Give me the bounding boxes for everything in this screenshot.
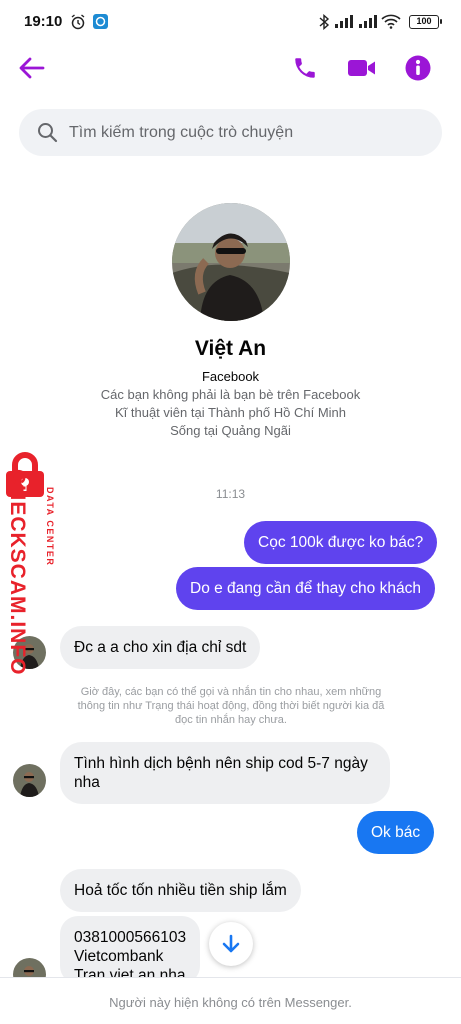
profile-info-line: Các bạn không phải là bạn bè trên Facebo… <box>100 387 361 402</box>
watermark-title: CHECKSCAM.INFO <box>6 469 29 676</box>
alarm-icon <box>71 14 85 30</box>
battery-icon: 100 <box>409 15 442 29</box>
contact-avatar[interactable] <box>13 764 46 797</box>
video-camera-icon <box>348 60 375 76</box>
info-button[interactable] <box>402 52 434 84</box>
search-bar <box>19 109 442 156</box>
phone-icon <box>295 58 315 78</box>
profile-info-line: Kĩ thuật viên tại Thành phố Hồ Chí Minh <box>114 405 346 420</box>
search-input[interactable] <box>69 109 429 156</box>
message-outgoing[interactable]: Ok bác <box>357 811 435 854</box>
message-incoming[interactable]: Hoả tốc tốn nhiều tiền ship lắm <box>60 869 301 912</box>
message-timestamp: 11:13 <box>215 487 246 501</box>
message-incoming[interactable]: 0381000566103 Vietcombank Tran viet an n… <box>60 916 201 984</box>
profile-info-line: Sống tại Quảng Ngãi <box>170 423 291 438</box>
unavailable-notice: Người này hiện không có trên Messenger. <box>109 995 352 1010</box>
conversation-header <box>0 44 461 92</box>
search-icon <box>38 123 58 143</box>
status-bar: 19:10 100 <box>0 0 461 44</box>
arrow-down-icon <box>222 934 240 953</box>
messenger-notice: Giờ đây, các bạn có thể gọi và nhắn tin … <box>77 686 385 726</box>
signal-icon <box>335 15 353 28</box>
watermark-subtitle: DATA CENTER <box>45 487 55 567</box>
message-outgoing[interactable]: Cọc 100k được ko bác? <box>244 521 438 564</box>
message-outgoing[interactable]: Do e đang cần để thay cho khách <box>176 567 435 610</box>
watermark: CHECKSCAM.INFO DATA CENTER <box>0 452 60 682</box>
profile-source: Facebook <box>201 369 260 384</box>
profile-photo <box>172 203 290 321</box>
video-call-button[interactable] <box>346 52 378 84</box>
call-button[interactable] <box>289 52 321 84</box>
message-incoming[interactable]: Đc a a cho xin địa chỉ sdt <box>60 626 261 669</box>
back-button[interactable] <box>16 52 48 84</box>
message-line: Vietcombank <box>74 948 164 965</box>
message-line: 0381000566103 <box>74 929 187 946</box>
profile-avatar[interactable] <box>172 203 290 321</box>
app-notification-icon <box>93 14 108 29</box>
composer-disabled-bar: Người này hiện không có trên Messenger. <box>0 977 461 1024</box>
message-incoming[interactable]: Tình hình dịch bệnh nên ship cod 5-7 ngà… <box>60 742 390 804</box>
arrow-left-icon <box>19 57 45 79</box>
info-icon <box>405 55 431 81</box>
status-time: 19:10 <box>24 13 63 30</box>
profile-name: Việt An <box>194 337 267 360</box>
bluetooth-icon <box>319 14 330 30</box>
signal-2-icon <box>359 15 377 28</box>
wifi-icon <box>381 14 401 29</box>
scroll-to-bottom-button[interactable] <box>209 922 253 966</box>
contact-avatar-photo <box>13 764 46 797</box>
